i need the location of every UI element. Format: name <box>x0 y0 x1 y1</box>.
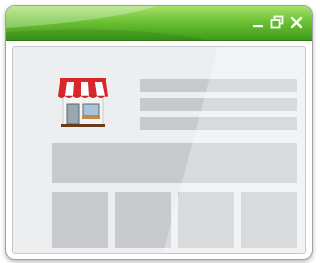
restore-button[interactable] <box>269 13 285 31</box>
tile-placeholder-3 <box>178 192 234 248</box>
text-line-placeholder-2 <box>140 98 297 111</box>
window-content <box>12 46 306 254</box>
tile-placeholder-2 <box>115 192 171 248</box>
title-bar[interactable] <box>6 6 312 41</box>
close-button[interactable] <box>288 13 304 31</box>
restore-icon <box>270 15 284 29</box>
minimize-button[interactable] <box>250 13 266 31</box>
storefront-icon <box>58 78 108 127</box>
minimize-icon <box>253 25 263 28</box>
tile-placeholder-1 <box>52 192 108 248</box>
close-icon <box>290 16 302 28</box>
banner-placeholder <box>52 143 297 183</box>
window-controls <box>250 12 304 32</box>
text-line-placeholder-1 <box>140 79 297 92</box>
app-window <box>5 5 313 260</box>
text-line-placeholder-3 <box>140 117 297 130</box>
tile-placeholder-4 <box>241 192 297 248</box>
